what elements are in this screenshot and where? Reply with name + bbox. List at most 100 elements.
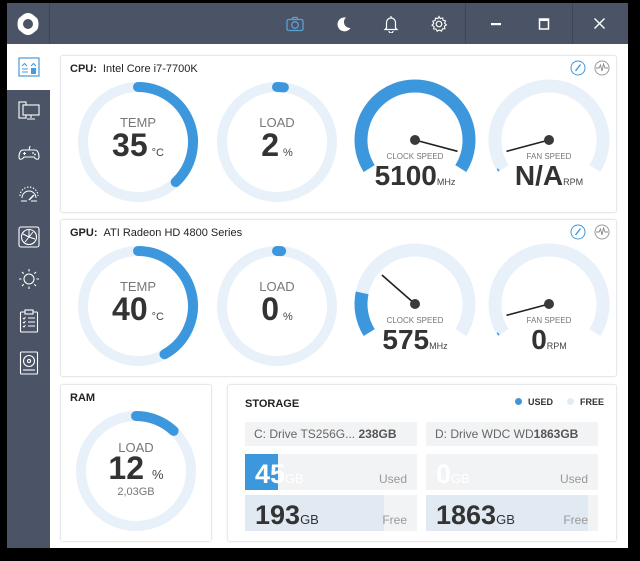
drive-used-bar: 45GB Used: [245, 454, 417, 490]
gpu-temp-number: 40: [112, 291, 148, 327]
close-button[interactable]: [579, 3, 619, 44]
sidebar-item-storage[interactable]: [7, 342, 50, 384]
bell-icon[interactable]: [371, 3, 411, 44]
dashboard-icon: [17, 57, 40, 77]
gpu-card: GPU: ATI Radeon HD 4800 Series TEMP 40 °C …: [60, 219, 617, 377]
drive-label: C: Drive TS256G...: [254, 427, 356, 441]
cpu-label: CPU:: [70, 63, 97, 75]
cpu-fan-unit: RPM: [563, 177, 584, 187]
free-number: 1863: [436, 500, 497, 530]
drive-free-bar: 1863GB Free: [426, 495, 598, 531]
storage-legend: USED FREE: [514, 397, 604, 407]
sidebar-item-dashboard[interactable]: [7, 44, 50, 90]
cpu-name: Intel Core i7-7700K: [102, 63, 198, 75]
gpu-clock-unit: MHz: [429, 341, 448, 351]
ram-load-value: 12%: [74, 450, 198, 487]
gpu-temp-unit: °C: [151, 311, 164, 323]
cpu-load-number: 2: [261, 127, 279, 163]
cpu-card: CPU: Intel Core i7-7700K TEMP 35 °C LOAD 2…: [60, 55, 617, 213]
gpu-load-value: 0%: [215, 291, 339, 328]
legend-used-dot: [514, 398, 522, 405]
free-number: 193: [255, 500, 301, 530]
gpu-fan-number: 0: [531, 324, 547, 355]
disk-icon: [19, 351, 38, 375]
speedo-hub: [410, 135, 420, 145]
cpu-fan-gauge: FAN SPEED N/ARPM: [487, 75, 611, 199]
minimize-button[interactable]: [476, 3, 516, 44]
legend-free-dot: [566, 398, 574, 405]
gpu-label: GPU:: [70, 227, 98, 239]
used-number: 45: [255, 459, 286, 489]
free-amount: 1863GB: [436, 500, 515, 531]
sidebar-item-gaming[interactable]: [7, 132, 50, 174]
free-amount: 193GB: [255, 500, 319, 531]
ram-load-unit: %: [152, 467, 164, 482]
cpu-clock-number: 5100: [374, 160, 437, 191]
sidebar-item-lighting[interactable]: [7, 258, 50, 300]
titlebar-separator: [572, 3, 573, 44]
ram-used-amount: 2,03GB: [117, 486, 155, 498]
legend-used-label: USED: [527, 397, 553, 407]
app-logo[interactable]: [7, 3, 50, 44]
cpu-temp-unit: °C: [151, 147, 164, 159]
sidebar-item-cooling[interactable]: [7, 216, 50, 258]
gpu-title: GPU: ATI Radeon HD 4800 Series: [70, 227, 242, 239]
ram-load-gauge: LOAD 12% 2,03GB: [74, 409, 198, 533]
drive-size: 238GB: [358, 427, 397, 441]
cpu-fan-value: N/ARPM: [487, 160, 611, 192]
sidebar-item-overclock[interactable]: [7, 174, 50, 216]
gear-icon[interactable]: [419, 3, 459, 44]
close-icon: [593, 18, 605, 29]
cpu-load-value: 2%: [215, 127, 339, 164]
gpu-load-unit: %: [283, 311, 293, 323]
speedo-hub: [544, 135, 554, 145]
ram-title: RAM: [70, 392, 96, 404]
free-label: Free: [563, 513, 588, 527]
speedo-hub: [544, 299, 554, 309]
drive-label: D: Drive WDC WD: [435, 427, 534, 441]
free-label: Free: [382, 513, 407, 527]
sidebar-item-hardware[interactable]: [7, 90, 50, 132]
gpu-clock-number: 575: [382, 324, 430, 355]
gpu-load-gauge: LOAD 0%: [215, 244, 339, 368]
monitor-icon: [17, 101, 40, 120]
pulse-view-icon[interactable]: [594, 224, 610, 240]
drive-used-bar: 0GB Used: [426, 454, 598, 490]
cpu-view-toggle: [570, 60, 610, 76]
cpu-fan-number: N/A: [514, 160, 564, 191]
cpu-clock-gauge: CLOCK SPEED 5100MHz: [353, 75, 477, 199]
moon-icon[interactable]: [324, 3, 364, 44]
sidebar-item-tasks[interactable]: [7, 300, 50, 342]
maximize-button[interactable]: [524, 3, 564, 44]
maximize-icon: [538, 17, 550, 30]
used-unit: GB: [285, 471, 304, 486]
gauge-view-icon[interactable]: [570, 224, 586, 240]
cpu-temp-value: 35 °C: [76, 127, 200, 164]
free-unit: GB: [300, 512, 319, 527]
used-unit: GB: [451, 471, 470, 486]
title-bar: [7, 3, 628, 44]
free-unit: GB: [496, 512, 515, 527]
gpu-clock-gauge: CLOCK SPEED 575MHz: [353, 239, 477, 363]
gpu-temp-gauge: TEMP 40 °C: [76, 244, 200, 368]
used-label: Used: [378, 472, 407, 486]
camera-icon[interactable]: [275, 3, 315, 44]
speedo-needle: [414, 139, 458, 153]
gpu-fan-gauge: FAN SPEED 0RPM: [487, 239, 611, 363]
gpu-temp-value: 40 °C: [76, 291, 200, 328]
speedo-needle: [506, 303, 550, 317]
gauge-view-icon[interactable]: [570, 60, 586, 76]
gpu-fan-unit: RPM: [546, 341, 567, 351]
pulse-view-icon[interactable]: [594, 60, 610, 76]
ram-load-number: 12: [108, 450, 145, 486]
legend-used: USED: [514, 397, 553, 407]
drive-free-bar: 193GB Free: [245, 495, 417, 531]
storage-card: STORAGE USED FREE C: Drive TS256G... 238…: [227, 384, 617, 542]
sidebar: [7, 44, 50, 548]
cpu-temp-gauge: TEMP 35 °C: [76, 80, 200, 204]
speedo-needle: [381, 274, 416, 305]
app-window: CPU: Intel Core i7-7700K TEMP 35 °C LOAD 2…: [7, 3, 628, 548]
cpu-load-gauge: LOAD 2%: [215, 80, 339, 204]
drive-name: D: Drive WDC WD1863GB: [426, 422, 598, 446]
speedo-hub: [410, 299, 420, 309]
